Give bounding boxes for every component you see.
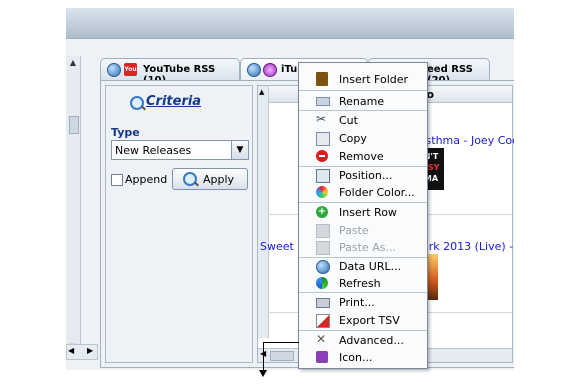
menu-separator bbox=[299, 330, 427, 331]
menu-item-copy[interactable]: Copy bbox=[299, 130, 427, 147]
itunes-icon bbox=[263, 63, 277, 77]
menu-item-label: Position... bbox=[339, 169, 393, 182]
criteria-title[interactable]: Criteria bbox=[146, 94, 201, 109]
menu-item-label: Icon... bbox=[339, 351, 373, 364]
youtube-icon: You bbox=[124, 63, 137, 76]
scroll-up-arrow-icon[interactable]: ▲ bbox=[259, 88, 264, 96]
results-vertical-scrollbar[interactable]: ▲ bbox=[258, 86, 269, 338]
menu-item-refresh[interactable]: Refresh bbox=[299, 275, 427, 292]
paste-as-icon bbox=[316, 241, 330, 255]
menu-item-remove[interactable]: Remove bbox=[299, 148, 427, 165]
left-horizontal-scrollbar[interactable]: ◀ ▶ bbox=[66, 344, 98, 360]
menu-item-label: Folder Color... bbox=[339, 186, 415, 199]
menu-separator bbox=[299, 90, 427, 91]
globe-icon bbox=[247, 63, 261, 77]
menu-item-label: Data URL... bbox=[339, 260, 402, 273]
position-icon bbox=[316, 169, 330, 183]
menu-item-position[interactable]: Position... bbox=[299, 167, 427, 184]
annotation-arrow-line bbox=[263, 342, 299, 343]
tools-icon: ✕ bbox=[316, 332, 327, 346]
menu-item-export-tsv[interactable]: Export TSV bbox=[299, 312, 427, 329]
menu-separator bbox=[299, 110, 427, 111]
refresh-icon bbox=[316, 277, 328, 289]
printer-icon bbox=[316, 298, 330, 308]
remove-icon bbox=[316, 150, 328, 162]
copy-icon bbox=[316, 132, 330, 146]
apply-button-label: Apply bbox=[203, 173, 235, 186]
add-icon: + bbox=[316, 206, 328, 218]
scroll-right-arrow-icon[interactable]: ▶ bbox=[87, 346, 93, 355]
search-icon bbox=[130, 96, 144, 110]
menu-item-data-url[interactable]: Data URL... bbox=[299, 258, 427, 275]
menu-item-label: Paste bbox=[339, 224, 369, 237]
menu-item-label: Copy bbox=[339, 132, 367, 145]
menu-item-paste-as[interactable]: Paste As... bbox=[299, 239, 427, 256]
icon-picker-icon bbox=[316, 351, 328, 363]
menu-item-label: Cut bbox=[339, 114, 358, 127]
export-icon bbox=[316, 314, 330, 328]
menu-item-icon[interactable]: Icon... bbox=[299, 349, 427, 366]
menu-item-print[interactable]: Print... bbox=[299, 294, 427, 311]
append-checkbox[interactable] bbox=[111, 174, 123, 186]
menu-item-label: Advanced... bbox=[339, 334, 404, 347]
menu-item-advanced[interactable]: ✕ Advanced... bbox=[299, 332, 427, 349]
result-title-link[interactable]: ark 2013 (Live) - Si bbox=[422, 240, 514, 253]
rename-icon bbox=[316, 97, 330, 106]
menu-item-label: Print... bbox=[339, 296, 375, 309]
toolbar-area bbox=[66, 8, 514, 39]
menu-separator bbox=[299, 292, 427, 293]
context-menu: Insert Folder Rename ✂ Cut Copy Remove P… bbox=[298, 62, 428, 369]
arrow-down-icon bbox=[259, 370, 267, 377]
folder-icon bbox=[316, 72, 328, 86]
menu-item-label: Paste As... bbox=[339, 241, 396, 254]
annotation-arrow-line bbox=[263, 342, 264, 372]
application-window: ▲ ▼ ◀ ▶ You YouTube RSS (10) iTu eed RSS… bbox=[66, 8, 514, 370]
menu-separator bbox=[299, 202, 427, 203]
search-icon bbox=[183, 172, 197, 186]
left-vertical-scrollbar[interactable]: ▲ ▼ bbox=[66, 56, 81, 356]
scroll-left-arrow-icon[interactable]: ◀ bbox=[68, 346, 74, 355]
type-dropdown[interactable]: New Releases ▼ bbox=[111, 140, 249, 160]
menu-item-label: Rename bbox=[339, 95, 385, 108]
menu-item-folder-color[interactable]: Folder Color... bbox=[299, 184, 427, 201]
criteria-panel: Criteria Type New Releases ▼ Append Appl… bbox=[105, 85, 253, 363]
menu-item-label: Insert Folder bbox=[339, 73, 409, 86]
menu-item-paste[interactable]: Paste bbox=[299, 222, 427, 239]
menu-item-label: Refresh bbox=[339, 277, 381, 290]
tab-label: iTu bbox=[281, 64, 298, 75]
scissors-icon: ✂ bbox=[316, 112, 327, 126]
menu-item-insert-row[interactable]: + Insert Row bbox=[299, 204, 427, 221]
menu-item-label: Insert Row bbox=[339, 206, 397, 219]
globe-icon bbox=[107, 63, 121, 77]
menu-item-cut[interactable]: ✂ Cut bbox=[299, 112, 427, 129]
menu-item-label: Export TSV bbox=[339, 314, 400, 327]
menu-item-insert-folder[interactable]: Insert Folder bbox=[299, 71, 427, 88]
type-label: Type bbox=[111, 126, 140, 139]
chevron-down-icon[interactable]: ▼ bbox=[231, 141, 248, 159]
apply-button[interactable]: Apply bbox=[172, 168, 248, 190]
paste-icon bbox=[316, 224, 330, 238]
menu-item-label: Remove bbox=[339, 150, 384, 163]
scroll-thumb[interactable] bbox=[270, 351, 294, 361]
type-dropdown-value: New Releases bbox=[115, 144, 192, 157]
result-title-link[interactable]: Asthma - Joey Coco bbox=[418, 134, 514, 147]
globe-icon bbox=[316, 260, 330, 274]
append-label: Append bbox=[125, 173, 168, 186]
palette-icon bbox=[316, 186, 328, 198]
scroll-thumb[interactable] bbox=[69, 116, 79, 134]
menu-item-rename[interactable]: Rename bbox=[299, 93, 427, 110]
scroll-up-arrow-icon[interactable]: ▲ bbox=[68, 58, 78, 68]
tab-youtube-rss[interactable]: You YouTube RSS (10) bbox=[100, 58, 240, 86]
